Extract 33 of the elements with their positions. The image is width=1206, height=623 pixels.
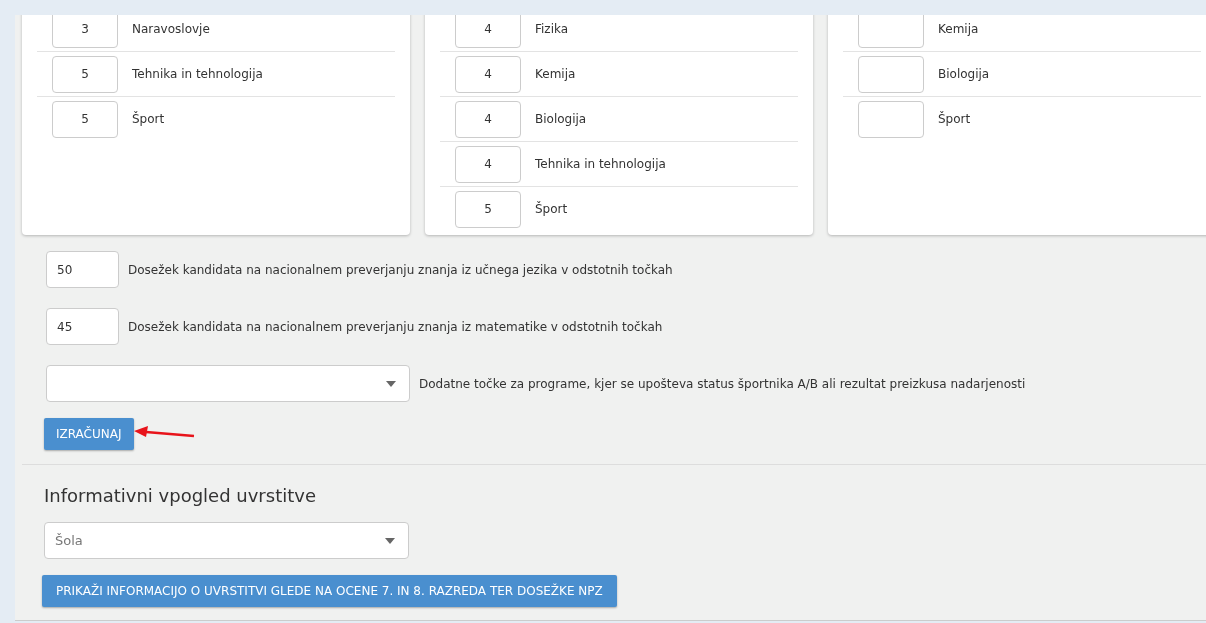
subject-label: Fizika: [535, 22, 569, 36]
subject-label: Šport: [132, 112, 165, 126]
subject-label: Šport: [535, 202, 568, 216]
grade-input[interactable]: 4: [455, 55, 521, 93]
grade-input[interactable]: [858, 100, 924, 138]
grade-input[interactable]: 5: [455, 190, 521, 228]
score-label: Dosežek kandidata na nacionalnem preverjanju znanja iz učnega jezika v odstotnih točkah: [128, 262, 673, 277]
subject-label: Tehnika in tehnologija: [132, 67, 263, 81]
subject-label: Tehnika in tehnologija: [535, 157, 666, 171]
subject-label: Biologija: [938, 67, 990, 81]
caret-icon: [385, 537, 395, 544]
extra-points-select[interactable]: [46, 365, 410, 402]
subject-label: Kemija: [938, 22, 979, 36]
grade-input[interactable]: 3: [52, 15, 118, 48]
caret-icon: [386, 380, 396, 387]
score-input[interactable]: 50: [46, 251, 119, 288]
extra-points-label: Dodatne točke za programe, kjer se upošteva status športnika A/B ali rezultat preizkusa nadarjenosti: [419, 376, 1026, 391]
subject-label: Biologija: [535, 112, 587, 126]
section-heading: Informativni vpogled uvrstitve: [44, 485, 317, 506]
grade-input[interactable]: 4: [455, 15, 521, 48]
school-select[interactable]: Šola: [44, 522, 409, 559]
grade-input[interactable]: [858, 15, 924, 48]
grade-input[interactable]: 4: [455, 145, 521, 183]
grade-input[interactable]: 5: [52, 55, 118, 93]
subject-label: Šport: [938, 112, 971, 126]
score-input[interactable]: 45: [46, 308, 119, 345]
subject-label: Kemija: [535, 67, 576, 81]
grade-input[interactable]: [858, 55, 924, 93]
subject-label: Naravoslovje: [132, 22, 210, 36]
grade-input[interactable]: 5: [52, 100, 118, 138]
score-label: Dosežek kandidata na nacionalnem preverjanju znanja iz matematike v odstotnih točkah: [128, 319, 663, 334]
arrow-annotation: [133, 425, 196, 439]
grade-input[interactable]: 4: [455, 100, 521, 138]
